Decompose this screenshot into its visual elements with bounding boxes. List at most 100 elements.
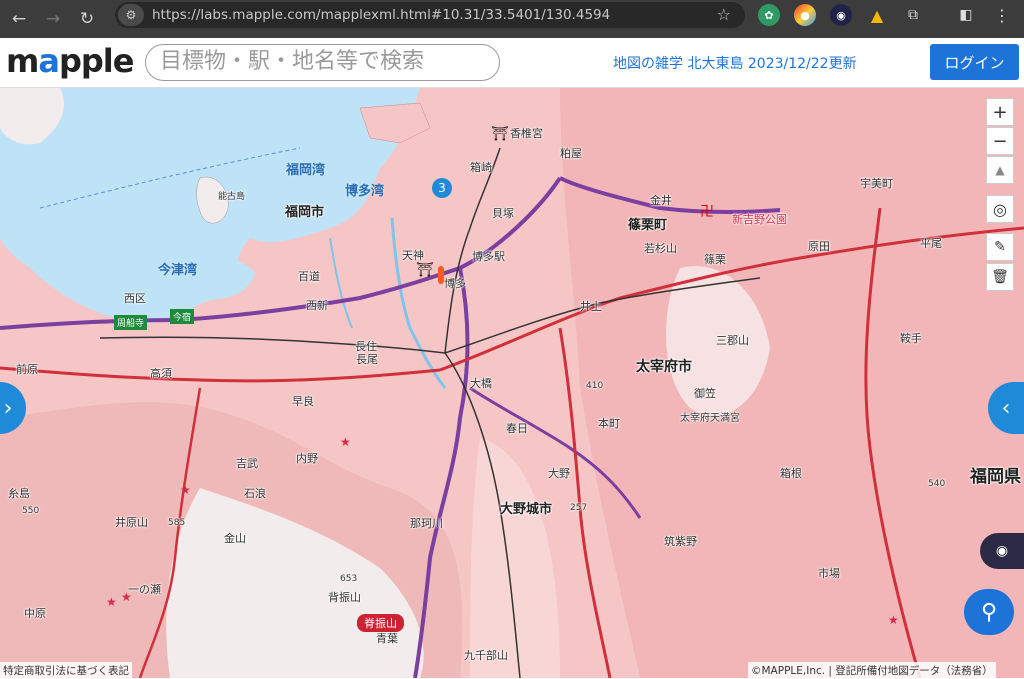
label-ishinami: 石浪 — [244, 487, 266, 500]
logo-a: a — [38, 42, 60, 80]
label-kurate: 鞍手 — [900, 332, 922, 345]
label-mikasa: 御笠 — [694, 387, 716, 400]
label-shinozuka: 筑紫野 — [664, 535, 697, 548]
label-shinoguri: 篠栗町 — [628, 218, 668, 233]
reload-icon[interactable]: ↻ — [72, 4, 102, 34]
site-header: mapple 地図の雑学 北大東島 2023/12/22更新 ログイン — [0, 38, 1024, 88]
label-sanjun: 三郡山 — [716, 334, 749, 347]
label-takasu: 高須 — [150, 367, 172, 380]
label-aoba: 青葉 — [376, 632, 398, 645]
label-nishi-ward: 西区 — [124, 292, 146, 305]
zoom-in-button[interactable]: + — [986, 98, 1014, 126]
label-ichinose: 一の瀬 — [128, 583, 161, 596]
label-nakabaru: 中原 — [24, 607, 46, 620]
search-box[interactable] — [145, 44, 500, 81]
scenic-star-icon: ★ — [121, 590, 132, 604]
label-nagao: 長尾 — [356, 353, 378, 366]
label-hakata-bay: 博多湾 — [345, 184, 385, 199]
route-585-label: 585 — [168, 518, 186, 528]
route-550-label: 550 — [22, 506, 40, 516]
label-hirao: 平尾 — [920, 237, 942, 250]
login-button[interactable]: ログイン — [930, 44, 1019, 80]
label-honmachi: 本町 — [598, 417, 620, 430]
zoom-out-button[interactable]: − — [986, 127, 1014, 155]
label-inoue: 井上 — [580, 300, 602, 313]
label-dazaifu-tenmangu: 太宰府天満宮 — [680, 413, 740, 424]
sefuri-mountain-badge: 脊振山 — [357, 614, 404, 632]
url-text: https://labs.mapple.com/mapplexml.html#1… — [152, 7, 611, 23]
label-nishijin: 西新 — [306, 299, 328, 312]
extension-drive-icon[interactable]: ▲ — [866, 4, 888, 26]
legal-notice-link[interactable]: 特定商取引法に基づく表記 — [0, 662, 132, 679]
label-imazu-bay: 今津湾 — [158, 263, 198, 278]
map-canvas[interactable]: 福岡湾 博多湾 今津湾 福岡市 太宰府市 大野城市 篠栗町 福岡県 能古島 背振… — [0, 88, 1024, 678]
label-kasuya: 粕屋 — [560, 147, 582, 160]
extension-ghost-icon[interactable]: ◉ — [830, 4, 852, 26]
label-kanayama: 金山 — [224, 532, 246, 545]
label-maebaru: 前原 — [16, 363, 38, 376]
logo-m: m — [6, 42, 39, 80]
chevron-right-icon: › — [3, 395, 13, 421]
current-location-pin-icon[interactable] — [438, 266, 444, 284]
address-bar[interactable]: ⚙ https://labs.mapple.com/mapplexml.html… — [115, 2, 745, 28]
chevron-left-icon: ‹ — [1001, 395, 1011, 421]
trash-icon[interactable]: 🗑 — [986, 263, 1014, 291]
scenic-star-icon: ★ — [888, 613, 899, 627]
label-dazaifu-city: 太宰府市 — [636, 359, 692, 375]
site-info-icon[interactable]: ⚙ — [118, 4, 144, 26]
browser-menu-icon[interactable]: ⋮ — [991, 4, 1013, 26]
scenic-star-icon: ★ — [180, 483, 191, 497]
label-ohashi: 大橋 — [470, 377, 492, 390]
label-nagasumi: 長住 — [355, 340, 377, 353]
temple-marker-icon[interactable]: 卍 — [700, 201, 714, 221]
route-257-label: 257 — [570, 503, 588, 513]
label-sasaguri: 篠栗 — [704, 253, 726, 266]
assistant-bubble-icon[interactable]: ◉ — [980, 533, 1024, 569]
compass-button[interactable]: ▲ — [986, 156, 1014, 184]
shrine-marker-icon[interactable]: ⛩ — [416, 262, 434, 278]
search-input[interactable] — [160, 45, 490, 78]
forward-arrow-icon[interactable]: → — [38, 4, 68, 34]
news-link[interactable]: 地図の雑学 北大東島 2023/12/22更新 — [613, 53, 857, 73]
back-arrow-icon[interactable]: ← — [4, 4, 34, 34]
extension-color-icon[interactable]: ● — [794, 4, 816, 26]
mapple-logo[interactable]: mapple — [6, 42, 134, 80]
label-sawara: 早良 — [292, 395, 314, 408]
label-yoshitake: 吉武 — [236, 457, 258, 470]
label-onojo-city: 大野城市 — [500, 502, 553, 517]
label-iwamoto: 井原山 — [115, 516, 148, 529]
label-momochi: 百道 — [298, 270, 320, 283]
locate-icon[interactable]: ◎ — [986, 195, 1014, 223]
side-panel-icon[interactable]: ◧ — [955, 4, 977, 26]
label-nokonoshima: 能古島 — [218, 192, 246, 202]
extensions-puzzle-icon[interactable]: ⧉ — [902, 4, 924, 26]
label-ichiba: 市場 — [818, 567, 840, 580]
label-nakagawa: 那珂川 — [410, 517, 443, 530]
map-attribution: ©MAPPLE,Inc. | 登記所備付地図データ（法務省） — [748, 662, 996, 679]
label-fukuoka-edge: 福岡県 — [970, 467, 1021, 487]
browser-toolbar: ← → ↻ ⚙ https://labs.mapple.com/mapplexm… — [0, 0, 1024, 38]
label-haruda: 原田 — [808, 240, 830, 253]
search-icon: ⚲ — [980, 599, 998, 625]
label-ono: 大野 — [548, 467, 570, 480]
scenic-star-icon: ★ — [340, 435, 351, 449]
shrine-marker-icon[interactable]: ⛩ — [491, 126, 509, 142]
label-shinyoshino-park: 新吉野公園 — [732, 213, 787, 226]
logo-rest: pple — [58, 42, 134, 80]
label-tenjin: 天神 — [402, 249, 424, 262]
ruler-icon[interactable]: ✎ — [986, 233, 1014, 261]
route-540-label: 540 — [928, 479, 946, 489]
route-653-label: 653 — [340, 574, 358, 584]
label-wakasugi: 若杉山 — [644, 242, 677, 255]
label-kurodasan: 九千部山 — [464, 649, 508, 662]
label-kaizuka: 貝塚 — [492, 207, 514, 220]
extension-clover-icon[interactable]: ✿ — [758, 4, 780, 26]
bookmark-star-icon[interactable]: ☆ — [717, 5, 731, 24]
search-fab-button[interactable]: ⚲ — [964, 589, 1014, 635]
label-hakone: 箱根 — [780, 467, 802, 480]
scenic-star-icon: ★ — [106, 595, 117, 609]
route-number-badge: 3 — [432, 178, 452, 198]
label-hakata-station: 博多駅 — [472, 250, 505, 263]
route-410-label: 410 — [586, 381, 604, 391]
label-hakozaki: 箱崎 — [470, 161, 492, 174]
